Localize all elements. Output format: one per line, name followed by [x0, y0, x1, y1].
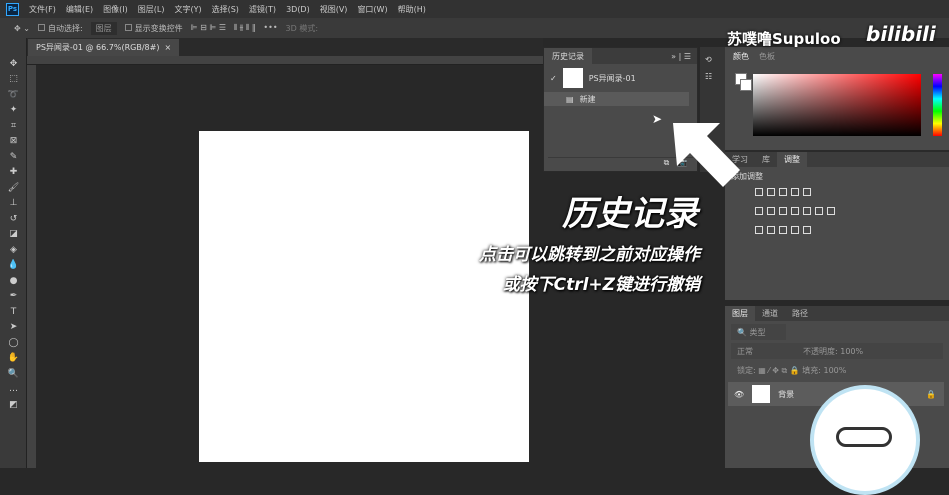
menu-help[interactable]: 帮助(H)	[398, 4, 426, 15]
color-field[interactable]	[753, 74, 921, 136]
hand-icon[interactable]: ✋	[0, 351, 27, 367]
crop-tool-icon[interactable]: ⌗	[0, 118, 27, 134]
close-icon[interactable]: ×	[165, 43, 172, 52]
history-snapshot[interactable]: ✓ PS异闻录-01	[544, 64, 697, 92]
ruler-horizontal	[27, 56, 543, 65]
lock-icon: 🔒	[926, 389, 936, 399]
eraser-icon[interactable]: ◪	[0, 227, 27, 243]
ellipse-icon[interactable]: ◯	[0, 335, 27, 351]
eyedropper-icon[interactable]: ✎	[0, 149, 27, 165]
healing-icon[interactable]: ✚	[0, 165, 27, 181]
brush-icon[interactable]: 🖌	[0, 180, 27, 196]
overlay-title: 历史记录	[562, 194, 698, 234]
dodge-icon[interactable]: ●	[0, 273, 27, 289]
move-icon[interactable]: ✥ ⌄	[14, 24, 30, 33]
overlay-line2: 或按下Ctrl+Z键进行撤销	[502, 275, 700, 295]
magic-wand-icon[interactable]: ✦	[0, 103, 27, 119]
toolbar: ✥ ⬚ ➰ ✦ ⌗ ⊠ ✎ ✚ 🖌 ⊥ ↺ ◪ ◈ 💧 ● ✒ T ➤ ◯ ✋ …	[0, 38, 27, 468]
menu-layer[interactable]: 图层(L)	[138, 4, 165, 15]
lock-row[interactable]: 锁定: ▦ ⁄ ✥ ⧉ 🔒 填充: 100%	[731, 362, 943, 378]
zoom-icon[interactable]: 🔍	[0, 366, 27, 382]
menu-file[interactable]: 文件(F)	[29, 4, 56, 15]
mode-3d-label: 3D 模式:	[285, 23, 319, 33]
layer-select[interactable]: 图层	[90, 21, 117, 35]
bucket-icon[interactable]: ◈	[0, 242, 27, 258]
tab-swatches[interactable]: 色板	[759, 51, 775, 62]
blend-mode-row[interactable]: 正常 不透明度: 100%	[731, 343, 943, 359]
menu-edit[interactable]: 编辑(E)	[66, 4, 93, 15]
document-canvas[interactable]	[199, 131, 529, 462]
add-adjustment-label: 添加调整	[731, 172, 763, 181]
history-panel-icon[interactable]: ⟲	[705, 55, 720, 64]
author-watermark: 苏噗噜Supuloo	[727, 30, 841, 48]
tab-channels[interactable]: 通道	[755, 306, 785, 321]
layer-thumbnail	[752, 385, 771, 403]
tab-layers[interactable]: 图层	[725, 306, 755, 321]
align-icons[interactable]: ⊫ ⊟ ⊫ ☰ ⫴ ⫵ ⫴ ‖ •••	[191, 23, 278, 33]
mascot-avatar	[810, 385, 920, 495]
layer-filter-select[interactable]: 🔍 类型	[731, 324, 786, 340]
menu-type[interactable]: 文字(Y)	[174, 4, 201, 15]
snapshot-thumbnail	[562, 68, 583, 88]
menu-image[interactable]: 图像(I)	[103, 4, 128, 15]
menu-window[interactable]: 窗口(W)	[357, 4, 387, 15]
eye-icon[interactable]: 👁	[734, 390, 744, 399]
properties-panel-icon[interactable]: ☷	[705, 72, 720, 81]
type-tool-icon[interactable]: T	[0, 304, 27, 320]
background-color[interactable]	[740, 79, 752, 91]
mouse-cursor-icon: ➤	[652, 112, 663, 126]
more-tools-icon[interactable]: …	[0, 382, 27, 398]
panel-menu-icon[interactable]: » | ☰	[671, 52, 697, 61]
menu-view[interactable]: 视图(V)	[320, 4, 348, 15]
menu-filter[interactable]: 滤镜(T)	[249, 4, 276, 15]
color-swatch-icon[interactable]: ◩	[0, 397, 27, 413]
document-icon: ▤	[566, 94, 574, 104]
history-item-new[interactable]: ▤ 新建	[544, 92, 689, 106]
tab-color[interactable]: 颜色	[733, 51, 749, 62]
marquee-tool-icon[interactable]: ⬚	[0, 72, 27, 88]
brush-source-icon: ✓	[550, 73, 557, 83]
history-brush-icon[interactable]: ↺	[0, 211, 27, 227]
stamp-icon[interactable]: ⊥	[0, 196, 27, 212]
move-tool-icon[interactable]: ✥	[0, 56, 27, 72]
history-tab[interactable]: 历史记录	[544, 48, 592, 64]
show-transform-checkbox[interactable]: 显示变换控件	[124, 23, 183, 34]
pen-icon[interactable]: ✒	[0, 289, 27, 305]
menubar: Ps 文件(F) 编辑(E) 图像(I) 图层(L) 文字(Y) 选择(S) 滤…	[0, 0, 949, 18]
tab-paths[interactable]: 路径	[785, 306, 815, 321]
document-tab[interactable]: PS异闻录-01 @ 66.7%(RGB/8#) ×	[28, 39, 180, 56]
bilibili-logo: bilibili	[866, 22, 936, 46]
adjustment-icons[interactable]	[725, 186, 949, 238]
path-select-icon[interactable]: ➤	[0, 320, 27, 336]
overlay-line1: 点击可以跳转到之前对应操作	[479, 245, 700, 265]
lasso-tool-icon[interactable]: ➰	[0, 87, 27, 103]
frame-tool-icon[interactable]: ⊠	[0, 134, 27, 150]
tab-library[interactable]: 库	[755, 152, 777, 167]
menu-select[interactable]: 选择(S)	[212, 4, 239, 15]
auto-select-checkbox[interactable]: 自动选择:	[37, 23, 83, 34]
hue-slider[interactable]	[933, 74, 942, 136]
color-panel: 颜色 色板	[725, 47, 949, 150]
menu-3d[interactable]: 3D(D)	[286, 5, 310, 14]
tab-adjustments[interactable]: 调整	[777, 152, 807, 167]
ruler-vertical	[27, 65, 36, 468]
photoshop-logo: Ps	[6, 2, 19, 16]
blur-icon[interactable]: 💧	[0, 258, 27, 274]
adjustments-panel: 学习库调整 添加调整	[725, 150, 949, 300]
